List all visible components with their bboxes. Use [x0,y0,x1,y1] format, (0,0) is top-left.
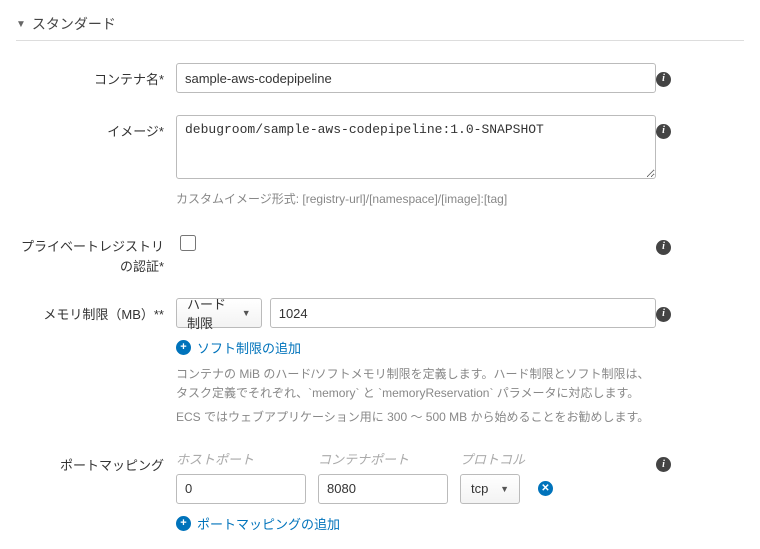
port-header-host: ホストポート [176,449,306,468]
info-icon[interactable]: i [656,307,671,322]
host-port-input[interactable] [176,474,306,504]
chevron-down-icon: ▼ [500,484,509,494]
port-header-protocol: プロトコル [460,449,540,468]
port-mapping-label: ポートマッピング [16,449,176,474]
remove-port-mapping-icon[interactable]: ✕ [538,481,553,496]
memory-limit-type-select[interactable]: ハード制限 ▼ [176,298,262,328]
memory-help-1: コンテナの MiB のハード/ソフトメモリ制限を定義します。ハード制限とソフト制… [176,365,656,403]
info-icon[interactable]: i [656,240,671,255]
section-title: スタンダード [32,14,116,34]
add-port-mapping-label: ポートマッピングの追加 [197,514,340,533]
info-icon[interactable]: i [656,72,671,87]
container-port-input[interactable] [318,474,448,504]
protocol-value: tcp [471,481,488,496]
info-icon[interactable]: i [656,457,671,472]
private-registry-label: プライベートレジストリの認証* [16,231,176,276]
image-input[interactable]: <span></span> [176,115,656,179]
chevron-down-icon: ▼ [242,308,251,318]
memory-limit-type-value: ハード制限 [187,294,236,332]
memory-limit-label: メモリ制限（MB）** [16,298,176,323]
private-registry-checkbox[interactable] [180,235,196,251]
plus-icon: + [176,340,191,355]
port-mapping-row: tcp ▼ ✕ [176,474,656,504]
add-soft-limit-label: ソフト制限の追加 [197,338,301,357]
info-icon[interactable]: i [656,124,671,139]
add-soft-limit-link[interactable]: + ソフト制限の追加 [176,338,301,357]
memory-help-2: ECS ではウェブアプリケーション用に 300 〜 500 MB から始めること… [176,408,656,427]
image-help: カスタムイメージ形式: [registry-url]/[namespace]/[… [176,190,656,209]
container-name-label: コンテナ名* [16,63,176,88]
container-name-input[interactable] [176,63,656,93]
port-header-container: コンテナポート [318,449,448,468]
section-header[interactable]: ▼ スタンダード [16,8,744,41]
plus-icon: + [176,516,191,531]
memory-limit-value-input[interactable] [270,298,656,328]
caret-down-icon: ▼ [16,19,26,30]
protocol-select[interactable]: tcp ▼ [460,474,520,504]
add-port-mapping-link[interactable]: + ポートマッピングの追加 [176,514,340,533]
image-label: イメージ* [16,115,176,140]
